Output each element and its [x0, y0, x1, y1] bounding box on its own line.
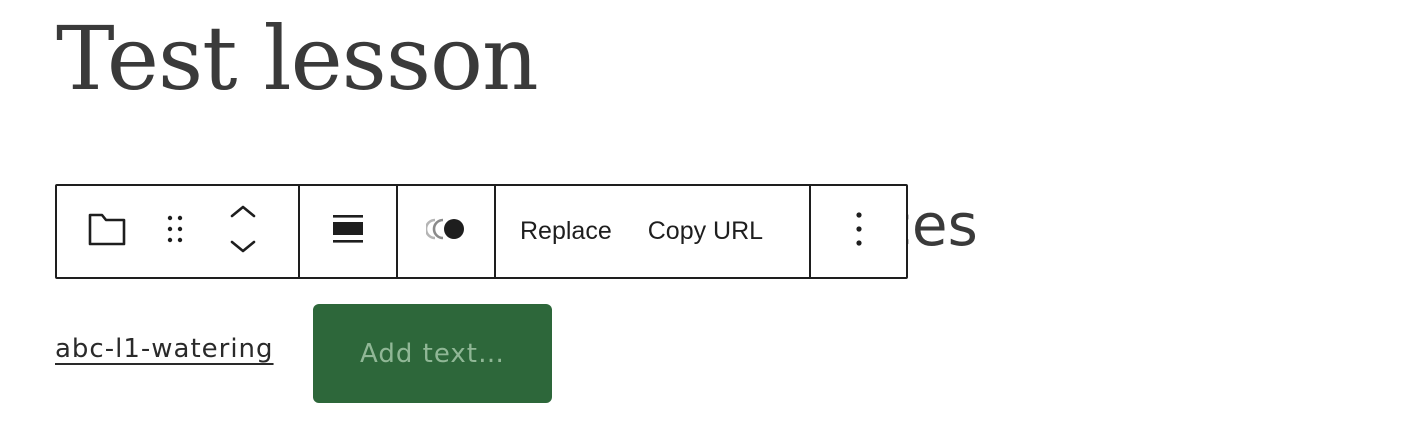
move-up-down-icon	[228, 204, 258, 259]
toolbar-group-style	[398, 186, 496, 277]
drag-handle-button[interactable]	[141, 186, 209, 277]
style-button[interactable]	[412, 186, 480, 277]
download-button-placeholder[interactable]: Add text…	[360, 339, 505, 369]
toolbar-group-options	[811, 186, 906, 277]
toggle-style-icon	[424, 217, 466, 246]
folder-icon	[87, 211, 127, 252]
more-options-icon	[854, 211, 864, 252]
align-button[interactable]	[314, 186, 382, 277]
page-title[interactable]: Test lesson	[56, 6, 539, 112]
move-up-down-button[interactable]	[209, 186, 277, 277]
toolbar-group-align	[300, 186, 398, 277]
align-icon	[332, 214, 364, 249]
more-options-button[interactable]	[825, 186, 893, 277]
replace-button[interactable]: Replace	[506, 186, 626, 277]
block-type-button[interactable]	[73, 186, 141, 277]
file-name-link[interactable]: abc-l1-watering	[55, 334, 274, 364]
block-toolbar: Replace Copy URL	[55, 184, 908, 279]
copy-url-button[interactable]: Copy URL	[634, 186, 777, 277]
drag-handle-icon	[163, 212, 187, 251]
download-button[interactable]: Add text…	[313, 304, 552, 403]
toolbar-group-block	[57, 186, 300, 277]
toolbar-group-file: Replace Copy URL	[496, 186, 811, 277]
